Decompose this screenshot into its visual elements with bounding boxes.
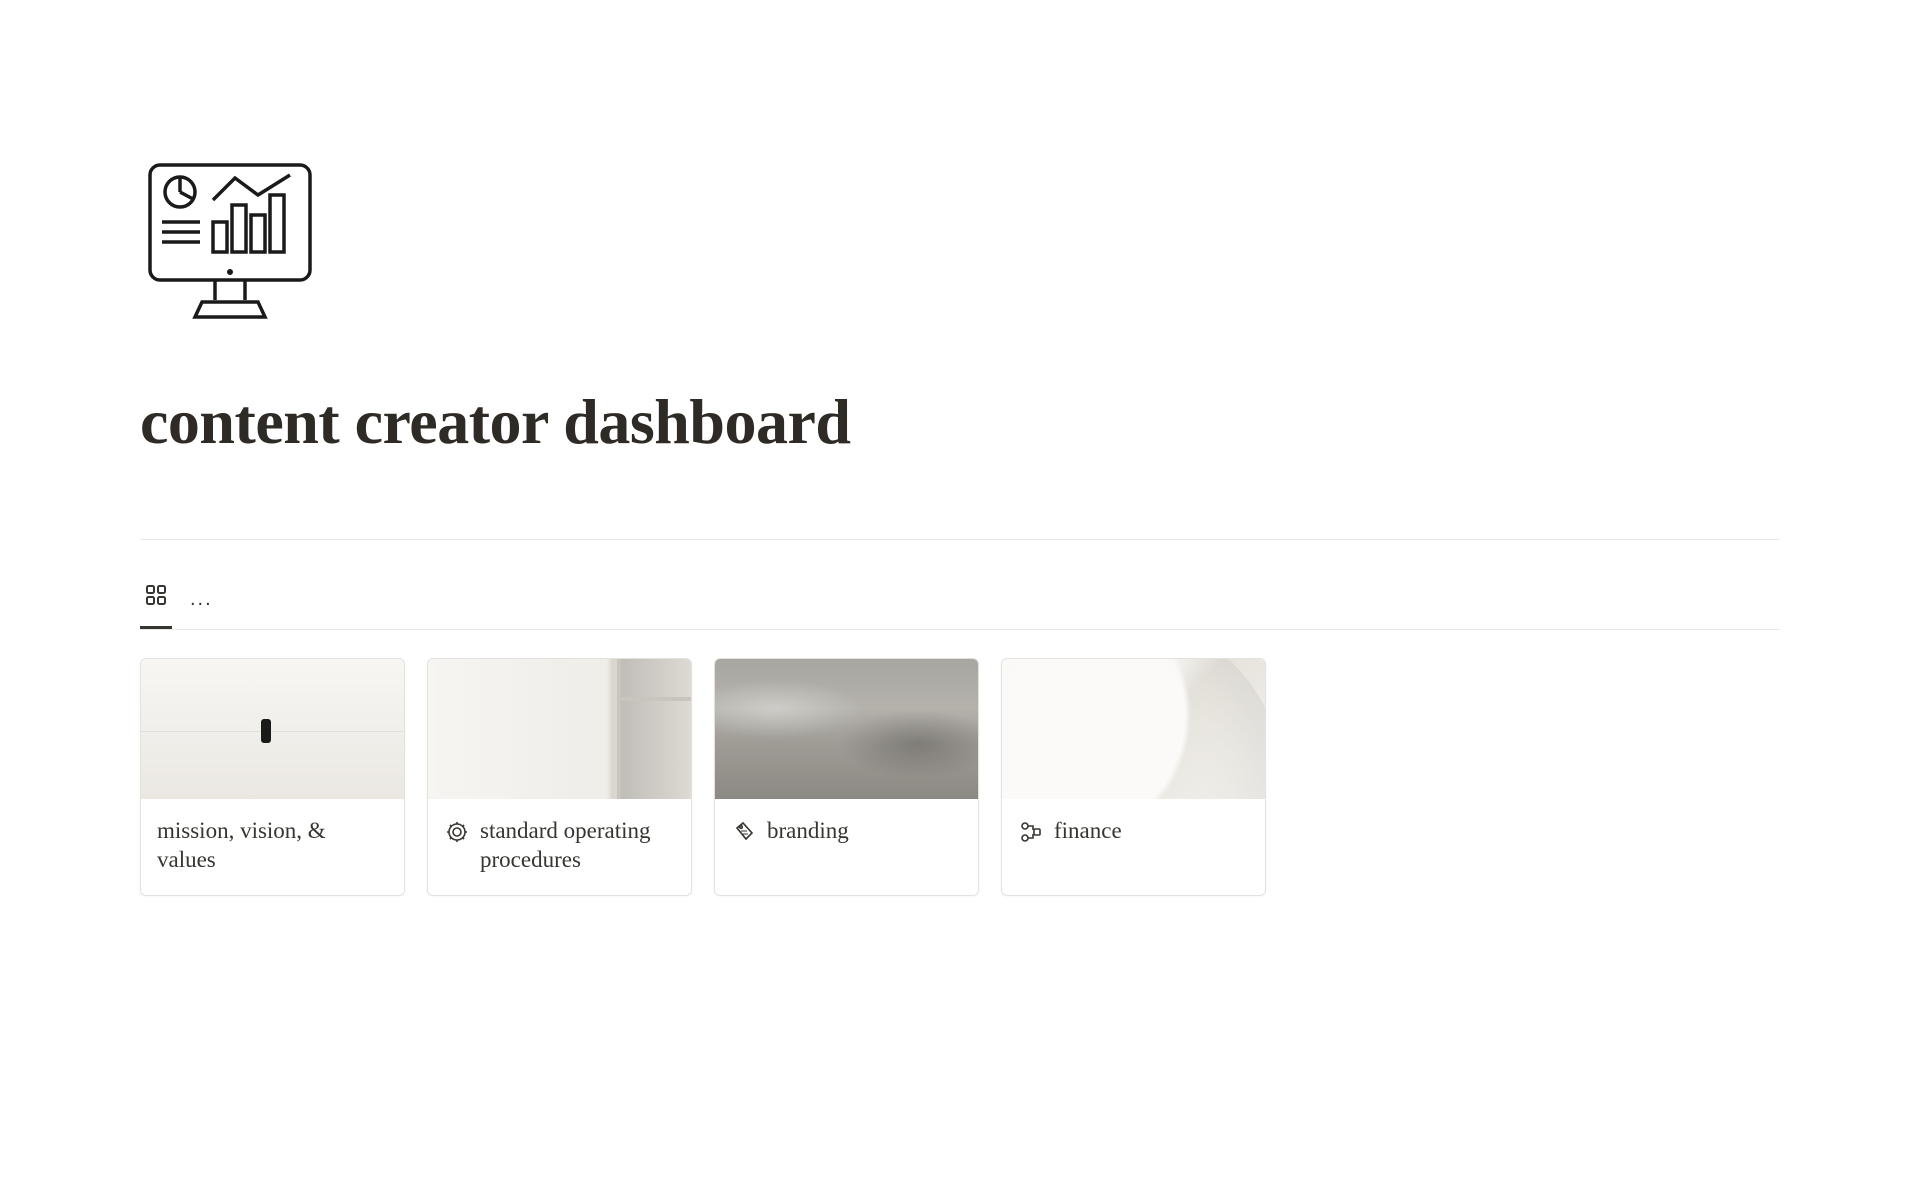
card-cover-person-walking (141, 659, 404, 799)
card-branding[interactable]: branding (714, 658, 979, 896)
page-title: content creator dashboard (140, 385, 1780, 459)
gallery-view-icon (144, 583, 168, 612)
brand-tag-icon (731, 819, 757, 845)
finance-flow-icon (1018, 819, 1044, 845)
card-cover-abstract-curve (1002, 659, 1265, 799)
card-cover-white-window (428, 659, 691, 799)
dashboard-monitor-icon (140, 160, 320, 325)
view-tabs: ... (140, 575, 1780, 630)
card-finance[interactable]: finance (1001, 658, 1266, 896)
sop-gear-icon (444, 819, 470, 845)
card-cover-clouds (715, 659, 978, 799)
section-divider (140, 539, 1780, 540)
card-body: standard operating procedures (428, 799, 691, 895)
gallery-view-tab[interactable] (140, 575, 172, 629)
card-title: branding (767, 817, 849, 846)
card-body: mission, vision, & values (141, 799, 404, 895)
card-title: finance (1054, 817, 1122, 846)
card-title: standard operating procedures (480, 817, 675, 875)
page-root: content creator dashboard ... mission, v… (0, 0, 1920, 896)
card-body: branding (715, 799, 978, 866)
more-views-button[interactable]: ... (186, 580, 217, 625)
card-body: finance (1002, 799, 1265, 866)
card-grid: mission, vision, & values standard opera… (140, 658, 1780, 896)
card-standard-operating-procedures[interactable]: standard operating procedures (427, 658, 692, 896)
card-title: mission, vision, & values (157, 817, 388, 875)
card-mission-vision-values[interactable]: mission, vision, & values (140, 658, 405, 896)
